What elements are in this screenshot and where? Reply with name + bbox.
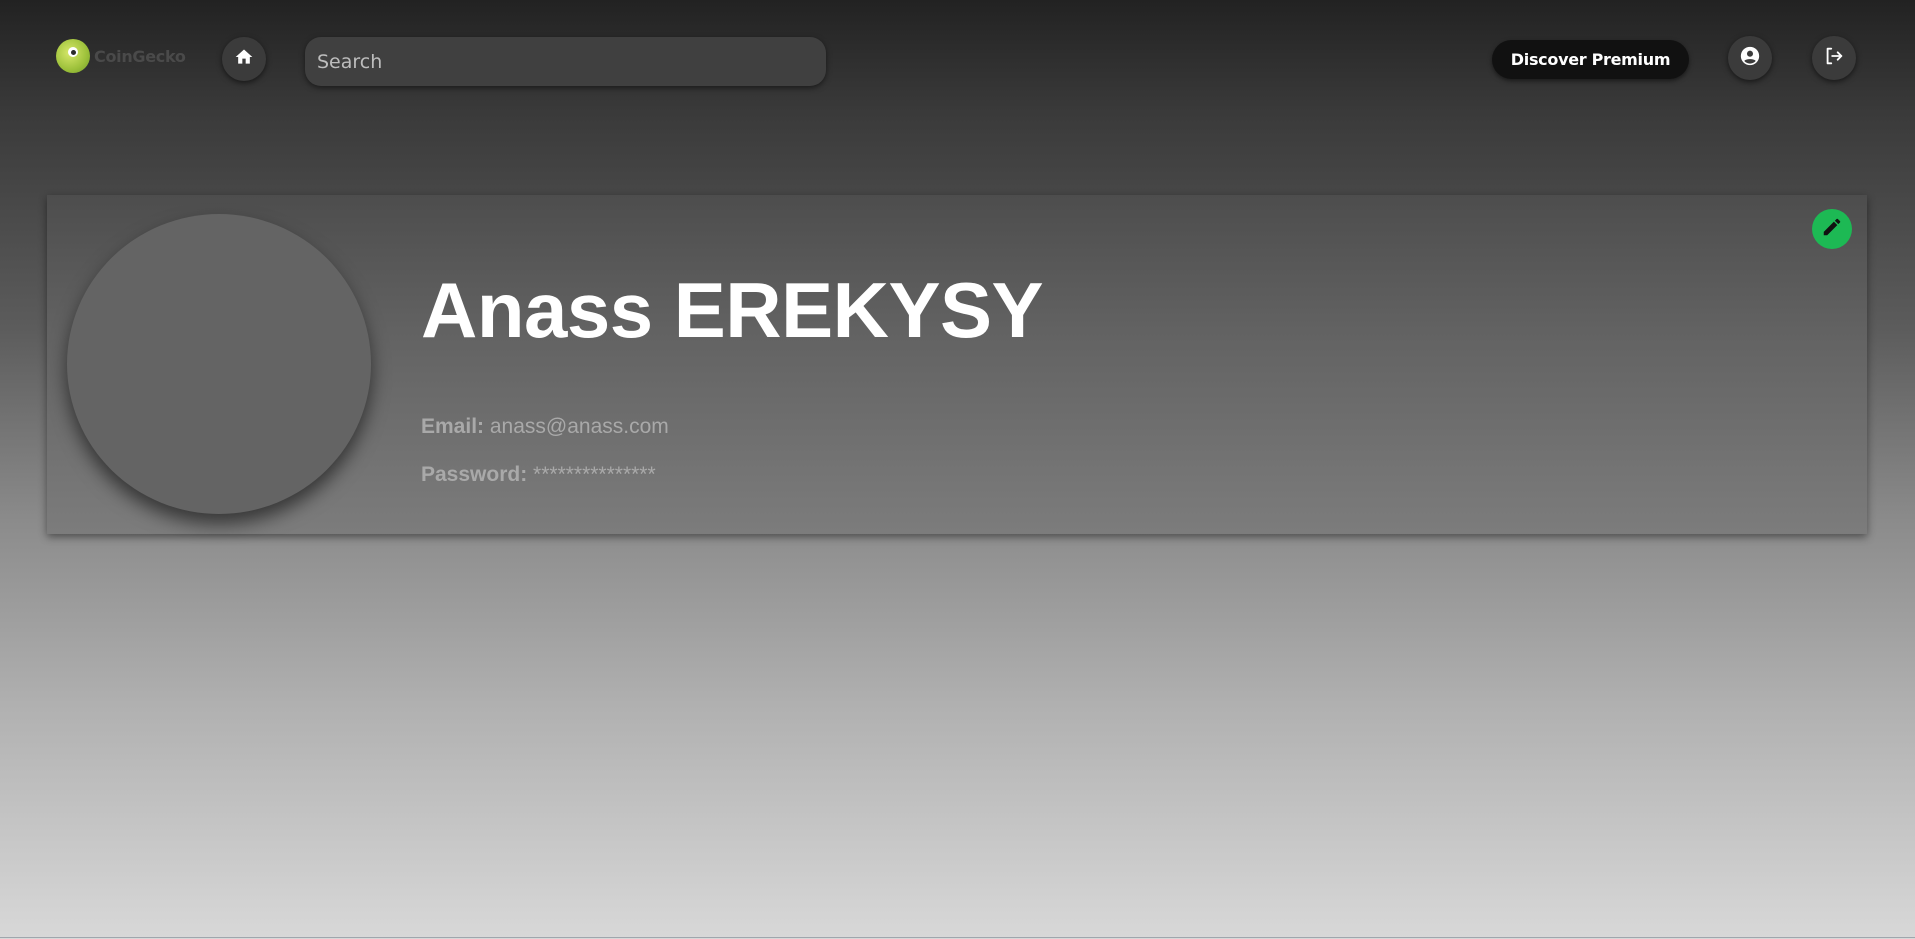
discover-premium-button[interactable]: Discover Premium bbox=[1492, 40, 1689, 79]
avatar bbox=[67, 214, 371, 514]
home-icon bbox=[234, 47, 254, 72]
bottom-divider bbox=[0, 937, 1915, 938]
logo-text: CoinGecko bbox=[94, 46, 186, 66]
search-bar[interactable] bbox=[305, 37, 826, 86]
password-row: Password: *************** bbox=[421, 463, 656, 487]
profile-name: Anass EREKYSY bbox=[421, 266, 1044, 354]
password-label: Password: bbox=[421, 463, 528, 486]
password-value: *************** bbox=[533, 463, 656, 486]
coingecko-logo[interactable]: CoinGecko bbox=[56, 39, 186, 73]
logout-button[interactable] bbox=[1812, 36, 1856, 80]
profile-card: Anass EREKYSY Email: anass@anass.com Pas… bbox=[47, 195, 1867, 534]
email-label: Email: bbox=[421, 415, 485, 438]
account-circle-icon bbox=[1739, 45, 1761, 72]
search-input[interactable] bbox=[315, 49, 826, 74]
edit-profile-button[interactable] bbox=[1812, 209, 1852, 249]
gecko-logo-icon bbox=[56, 39, 90, 73]
top-navbar: CoinGecko Discover Premium bbox=[0, 0, 1915, 120]
home-button[interactable] bbox=[222, 37, 266, 81]
account-button[interactable] bbox=[1728, 36, 1772, 80]
email-value: anass@anass.com bbox=[489, 415, 669, 438]
logout-icon bbox=[1823, 45, 1845, 72]
pencil-icon bbox=[1821, 216, 1843, 243]
email-row: Email: anass@anass.com bbox=[421, 415, 669, 439]
